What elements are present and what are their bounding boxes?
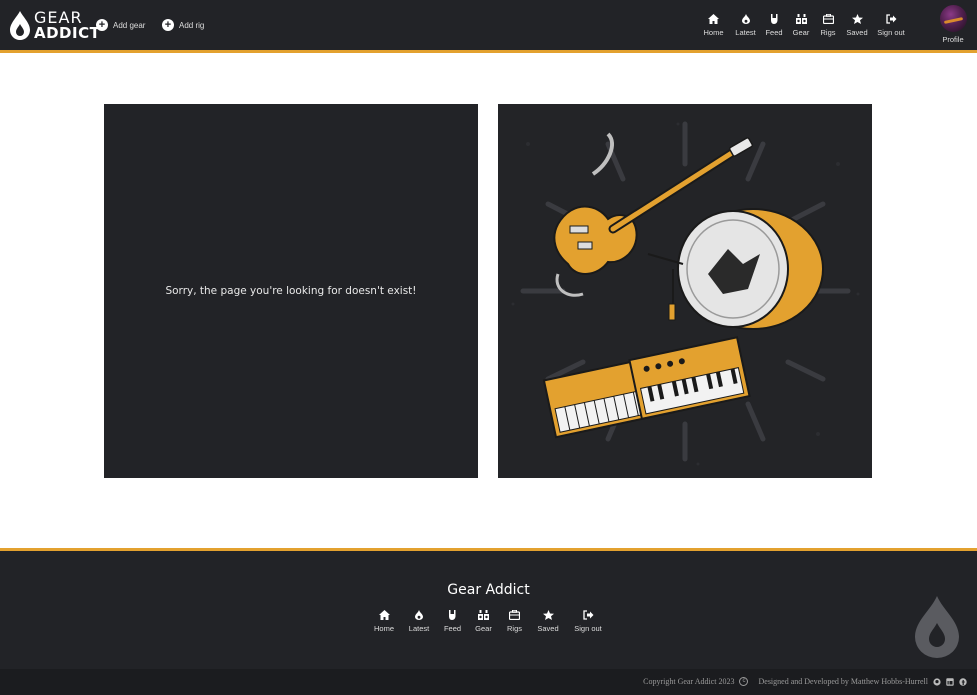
- footer-nav-saved[interactable]: Saved: [536, 609, 560, 633]
- footer-nav-saved-label: Saved: [537, 624, 559, 633]
- brand-line2: ADDICT: [34, 24, 101, 42]
- plus-circle-icon: +: [162, 19, 174, 31]
- footer: Gear Addict Home Latest Feed Gear Rigs S…: [0, 548, 977, 669]
- add-rig-label: Add rig: [179, 20, 205, 30]
- home-icon: [707, 13, 721, 25]
- copyright-text: Copyright Gear Addict 2023: [643, 677, 735, 686]
- nav-saved[interactable]: Saved: [845, 13, 869, 37]
- instruments-illustration: [498, 104, 872, 478]
- header-nav: Home Latest Feed Gear Rigs Saved Sign ou…: [702, 13, 907, 37]
- nav-rigs-label: Rigs: [820, 28, 836, 37]
- flame-logo-icon: [10, 11, 30, 40]
- flame-watermark-icon: [915, 596, 959, 658]
- linkedin-icon[interactable]: [946, 677, 954, 686]
- home-icon: [377, 609, 391, 621]
- top-navbar: GEAR ADDICT + Add gear + Add rig Home La…: [0, 0, 977, 53]
- amplifier-icon: [794, 13, 808, 25]
- nav-sign-out-label: Sign out: [877, 28, 905, 37]
- rock-hand-icon: [446, 609, 460, 621]
- flame-icon: [412, 609, 426, 621]
- footer-nav-home-label: Home: [373, 624, 394, 633]
- add-rig-button[interactable]: + Add rig: [162, 19, 204, 31]
- nav-saved-label: Saved: [846, 28, 868, 37]
- footer-nav-latest-label: Latest: [408, 624, 430, 633]
- rock-hand-icon: [767, 13, 781, 25]
- add-gear-button[interactable]: + Add gear: [96, 19, 145, 31]
- footer-nav-home[interactable]: Home: [373, 609, 395, 633]
- profile-button[interactable]: Profile: [939, 5, 967, 44]
- nav-latest[interactable]: Latest: [733, 13, 758, 37]
- profile-label: Profile: [942, 35, 964, 44]
- github-icon[interactable]: [933, 677, 941, 686]
- footer-nav: Home Latest Feed Gear Rigs Saved Sign ou…: [0, 609, 977, 633]
- nav-latest-label: Latest: [735, 28, 756, 37]
- nav-home[interactable]: Home: [702, 13, 725, 37]
- flame-icon: [739, 13, 753, 25]
- avatar: [939, 5, 967, 32]
- amplifier-icon: [477, 609, 491, 621]
- instruments-artwork: [511, 121, 860, 466]
- footer-nav-latest[interactable]: Latest: [407, 609, 431, 633]
- credit-text: Designed and Developed by Matthew Hobbs-…: [758, 677, 928, 686]
- brand-logo[interactable]: GEAR ADDICT: [9, 10, 100, 41]
- star-icon: [850, 13, 864, 25]
- sign-out-icon: [884, 13, 898, 25]
- footer-nav-sign-out-label: Sign out: [574, 624, 602, 633]
- nav-gear[interactable]: Gear: [791, 13, 811, 37]
- footer-title: Gear Addict: [447, 582, 530, 598]
- nav-sign-out[interactable]: Sign out: [875, 13, 907, 37]
- star-icon: [541, 609, 555, 621]
- plus-circle-icon: +: [96, 19, 108, 31]
- footer-nav-gear[interactable]: Gear: [474, 609, 493, 633]
- nav-home-label: Home: [703, 28, 724, 37]
- nav-feed-label: Feed: [765, 28, 783, 37]
- footer-nav-sign-out[interactable]: Sign out: [572, 609, 604, 633]
- copyright-icon: c: [739, 677, 749, 686]
- sign-out-icon: [581, 609, 595, 621]
- footer-nav-feed[interactable]: Feed: [443, 609, 462, 633]
- facebook-icon[interactable]: [959, 677, 967, 686]
- add-gear-label: Add gear: [113, 20, 146, 30]
- copyright-bar: Copyright Gear Addict 2023 c Designed an…: [0, 669, 977, 695]
- not-found-message: Sorry, the page you're looking for doesn…: [165, 285, 417, 297]
- footer-nav-gear-label: Gear: [475, 624, 492, 633]
- case-icon: [821, 13, 835, 25]
- nav-rigs[interactable]: Rigs: [818, 13, 838, 37]
- nav-feed[interactable]: Feed: [764, 13, 784, 37]
- nav-gear-label: Gear: [792, 28, 810, 37]
- footer-nav-rigs[interactable]: Rigs: [505, 609, 524, 633]
- not-found-panel: Sorry, the page you're looking for doesn…: [104, 104, 478, 478]
- case-icon: [508, 609, 522, 621]
- footer-nav-feed-label: Feed: [443, 624, 462, 633]
- footer-nav-rigs-label: Rigs: [506, 624, 522, 633]
